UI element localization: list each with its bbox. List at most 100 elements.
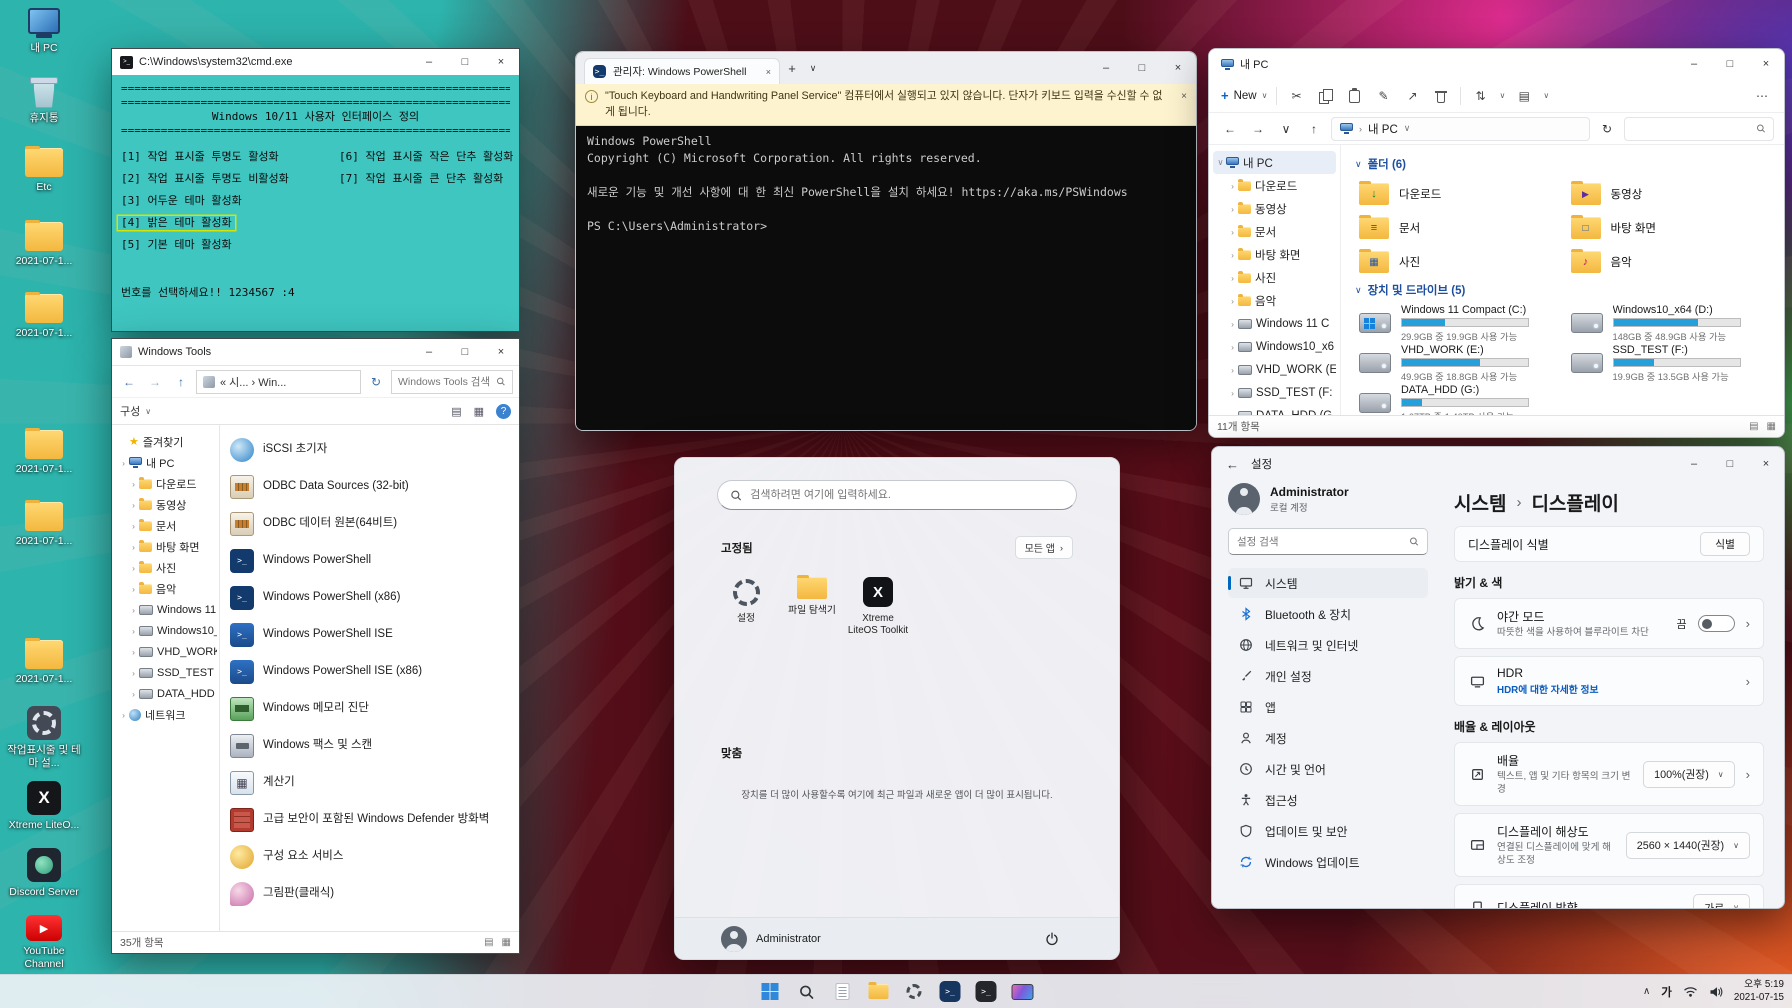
breadcrumb[interactable]: 내 PC (1331, 116, 1590, 141)
tree-item[interactable]: › 다운로드 (114, 473, 217, 494)
folder-tile[interactable]: 사진 (1355, 245, 1559, 279)
cut-button[interactable] (1286, 85, 1306, 107)
back-button[interactable] (1219, 118, 1241, 140)
breadcrumb-location[interactable]: 내 PC (1368, 121, 1398, 137)
tool-item[interactable]: Windows PowerShell ISE (224, 616, 515, 653)
expand-chevron[interactable]: › (128, 668, 139, 678)
tool-item[interactable]: 그림판(클래식) (224, 875, 515, 912)
tools-titlebar[interactable]: Windows Tools (112, 339, 519, 365)
identify-button[interactable]: 식별 (1700, 532, 1750, 556)
maximize-button[interactable] (1124, 52, 1160, 84)
tool-item[interactable]: Windows 메모리 진단 (224, 690, 515, 727)
scale-dropdown[interactable]: 100%(권장) (1643, 760, 1735, 788)
account-button[interactable]: Administrator 로컬 계정 (1228, 483, 1428, 515)
terminal-tab[interactable]: 관리자: Windows PowerShell (584, 58, 780, 84)
powershell-button[interactable] (935, 978, 966, 1006)
expand-chevron[interactable]: › (1227, 204, 1238, 214)
expand-chevron[interactable]: › (128, 542, 139, 552)
expand-chevron[interactable]: › (1227, 388, 1238, 398)
expand-chevron[interactable]: › (128, 479, 139, 489)
warning-close-button[interactable] (1181, 91, 1187, 102)
expand-chevron[interactable]: › (128, 584, 139, 594)
settings-search-input[interactable] (1237, 535, 1403, 548)
power-button[interactable] (1037, 924, 1067, 954)
nav-system[interactable]: 시스템 (1228, 568, 1428, 598)
large-icons-view-button[interactable] (1767, 421, 1776, 432)
cmd-button[interactable] (971, 978, 1002, 1006)
user-button[interactable]: Administrator (721, 925, 821, 952)
drives-group-header[interactable]: 장치 및 드라이브 (5) (1355, 281, 1770, 299)
display-settings-button[interactable] (1007, 978, 1038, 1006)
resolution-dropdown[interactable]: 2560 × 1440(권장) (1625, 831, 1750, 859)
back-button[interactable] (118, 371, 140, 393)
expand-chevron[interactable]: › (128, 626, 139, 636)
tool-item[interactable]: 구성 요소 서비스 (224, 838, 515, 875)
nav-network-internet[interactable]: 네트워크 및 인터넷 (1228, 630, 1428, 660)
nav-time-language[interactable]: 시간 및 언어 (1228, 754, 1428, 784)
start-button[interactable] (755, 978, 786, 1006)
desktop-icon[interactable]: 휴지통 (5, 74, 83, 125)
tree-item[interactable]: › DATA_HDD (G (1213, 404, 1336, 415)
night-mode-toggle[interactable] (1697, 615, 1735, 633)
desktop-icon[interactable]: Xtreme LiteO... (5, 781, 83, 832)
new-tab-button[interactable] (780, 61, 804, 76)
explorer-search-box[interactable] (1624, 116, 1774, 141)
ime-indicator[interactable]: 가 (1661, 984, 1672, 1000)
tree-item[interactable]: › Windows10_x6 (1213, 335, 1336, 358)
rename-button[interactable] (1373, 85, 1393, 107)
desktop[interactable]: 내 PC 휴지통 Etc 2021-07-1... 2021-07-1... 2… (0, 0, 1792, 1008)
hdr-row[interactable]: HDR HDR에 대한 자세한 정보 (1454, 656, 1764, 707)
tree-item[interactable]: › VHD_WORK (E (1213, 358, 1336, 381)
scale-row[interactable]: 배율 텍스트, 앱 및 기타 항목의 크기 변경 100%(권장) (1454, 742, 1764, 807)
folder-tile[interactable]: 동영상 (1567, 177, 1771, 211)
start-search-input[interactable] (750, 489, 1064, 501)
desktop-icon[interactable]: 2021-07-1... (5, 638, 83, 686)
tree-item[interactable]: › DATA_HDD (G:) (114, 683, 217, 704)
pinned-app[interactable]: 설정 (713, 569, 779, 645)
cmd-output[interactable]: ========================================… (112, 75, 519, 331)
folder-tile[interactable]: 문서 (1355, 211, 1559, 245)
organize-button[interactable]: 구성 (120, 403, 151, 419)
forward-button[interactable] (1247, 118, 1269, 140)
tool-item[interactable]: ODBC Data Sources (32-bit) (224, 468, 515, 505)
tree-item[interactable]: › Windows 11 C (1213, 312, 1336, 335)
paste-button[interactable] (1344, 85, 1364, 107)
views-button[interactable] (451, 405, 461, 418)
tree-item[interactable]: › 문서 (1213, 220, 1336, 243)
tools-search-box[interactable] (391, 369, 513, 394)
details-view-button[interactable] (484, 937, 493, 948)
tool-item[interactable]: Windows PowerShell (224, 542, 515, 579)
share-button[interactable] (1402, 85, 1422, 107)
expand-chevron[interactable]: › (1227, 365, 1238, 375)
refresh-button[interactable] (365, 371, 387, 393)
expand-chevron[interactable]: › (1227, 319, 1238, 329)
expand-chevron[interactable]: › (1227, 181, 1238, 191)
sort-button[interactable] (1470, 85, 1490, 107)
help-button[interactable] (496, 403, 511, 419)
maximize-button[interactable] (1712, 49, 1748, 79)
nav-windows-update[interactable]: Windows 업데이트 (1228, 847, 1428, 877)
maximize-button[interactable] (447, 339, 483, 365)
expand-chevron[interactable]: › (128, 500, 139, 510)
tool-item[interactable]: 계산기 (224, 764, 515, 801)
expand-chevron[interactable]: › (128, 563, 139, 573)
icons-view-button[interactable] (502, 937, 511, 948)
drive-tile[interactable]: DATA_HDD (G:) 1.67TB 중 1.40TB 사용 가능 (1355, 383, 1559, 415)
tools-search-input[interactable] (398, 375, 493, 388)
expand-chevron[interactable]: › (128, 689, 139, 699)
widgets-button[interactable] (827, 978, 858, 1006)
tree-item[interactable]: › 사진 (1213, 266, 1336, 289)
tab-dropdown-button[interactable] (804, 63, 822, 74)
expand-chevron[interactable]: › (1227, 273, 1238, 283)
desktop-icon[interactable]: 내 PC (5, 8, 83, 55)
drive-tile[interactable]: VHD_WORK (E:) 49.9GB 중 18.8GB 사용 가능 (1355, 343, 1559, 383)
copy-button[interactable] (1315, 85, 1335, 107)
close-button[interactable] (483, 49, 519, 75)
nav-accessibility[interactable]: 접근성 (1228, 785, 1428, 815)
tree-item[interactable]: › 문서 (114, 515, 217, 536)
volume-icon[interactable] (1709, 986, 1723, 998)
desktop-icon[interactable]: Discord Server (5, 848, 83, 899)
all-apps-button[interactable]: 모든 앱 (1014, 536, 1073, 559)
desktop-icon[interactable]: 2021-07-1... (5, 428, 83, 476)
desktop-icon[interactable]: 작업표시줄 및 테마 설... (5, 706, 83, 770)
